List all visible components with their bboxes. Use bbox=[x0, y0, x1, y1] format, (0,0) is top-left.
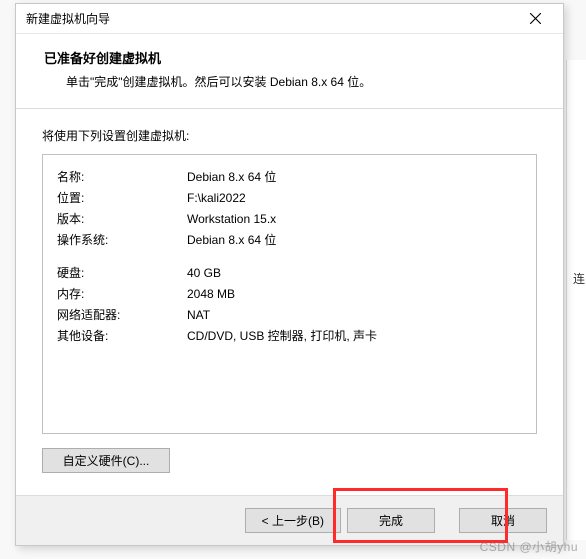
setting-gap bbox=[57, 251, 522, 263]
cancel-button[interactable]: 取消 bbox=[459, 508, 547, 533]
wizard-header: 已准备好创建虚拟机 单击"完成"创建虚拟机。然后可以安装 Debian 8.x … bbox=[16, 34, 563, 109]
setting-key: 网络适配器: bbox=[57, 305, 187, 326]
background-window-fragment: 连 bbox=[566, 60, 586, 540]
setting-value: 40 GB bbox=[187, 263, 522, 284]
customize-row: 自定义硬件(C)... bbox=[42, 448, 537, 473]
setting-row: 操作系统: Debian 8.x 64 位 bbox=[57, 230, 522, 251]
setting-key: 内存: bbox=[57, 284, 187, 305]
close-button[interactable] bbox=[515, 5, 555, 33]
window-title: 新建虚拟机向导 bbox=[26, 10, 515, 27]
setting-row: 其他设备: CD/DVD, USB 控制器, 打印机, 声卡 bbox=[57, 326, 522, 347]
setting-row: 网络适配器: NAT bbox=[57, 305, 522, 326]
setting-row: 版本: Workstation 15.x bbox=[57, 209, 522, 230]
titlebar: 新建虚拟机向导 bbox=[16, 4, 563, 34]
background-text: 连 bbox=[573, 270, 585, 287]
settings-label: 将使用下列设置创建虚拟机: bbox=[42, 127, 537, 144]
setting-row: 硬盘: 40 GB bbox=[57, 263, 522, 284]
setting-key: 硬盘: bbox=[57, 263, 187, 284]
customize-hardware-button[interactable]: 自定义硬件(C)... bbox=[42, 448, 170, 473]
setting-row: 名称: Debian 8.x 64 位 bbox=[57, 167, 522, 188]
setting-value: NAT bbox=[187, 305, 522, 326]
setting-value: F:\kali2022 bbox=[187, 188, 522, 209]
wizard-heading: 已准备好创建虚拟机 bbox=[44, 48, 535, 67]
setting-key: 其他设备: bbox=[57, 326, 187, 347]
setting-value: CD/DVD, USB 控制器, 打印机, 声卡 bbox=[187, 326, 522, 347]
wizard-subheading: 单击"完成"创建虚拟机。然后可以安装 Debian 8.x 64 位。 bbox=[44, 73, 535, 90]
setting-key: 位置: bbox=[57, 188, 187, 209]
setting-key: 名称: bbox=[57, 167, 187, 188]
setting-row: 位置: F:\kali2022 bbox=[57, 188, 522, 209]
wizard-body: 将使用下列设置创建虚拟机: 名称: Debian 8.x 64 位 位置: F:… bbox=[16, 109, 563, 495]
settings-box: 名称: Debian 8.x 64 位 位置: F:\kali2022 版本: … bbox=[42, 154, 537, 434]
setting-value: Debian 8.x 64 位 bbox=[187, 167, 522, 188]
wizard-footer: < 上一步(B) 完成 取消 bbox=[16, 495, 563, 545]
setting-key: 版本: bbox=[57, 209, 187, 230]
back-button[interactable]: < 上一步(B) bbox=[245, 508, 341, 533]
close-icon bbox=[530, 13, 541, 24]
setting-row: 内存: 2048 MB bbox=[57, 284, 522, 305]
setting-value: Debian 8.x 64 位 bbox=[187, 230, 522, 251]
setting-value: Workstation 15.x bbox=[187, 209, 522, 230]
setting-value: 2048 MB bbox=[187, 284, 522, 305]
setting-key: 操作系统: bbox=[57, 230, 187, 251]
finish-button[interactable]: 完成 bbox=[347, 508, 435, 533]
wizard-dialog: 新建虚拟机向导 已准备好创建虚拟机 单击"完成"创建虚拟机。然后可以安装 Deb… bbox=[15, 3, 564, 546]
